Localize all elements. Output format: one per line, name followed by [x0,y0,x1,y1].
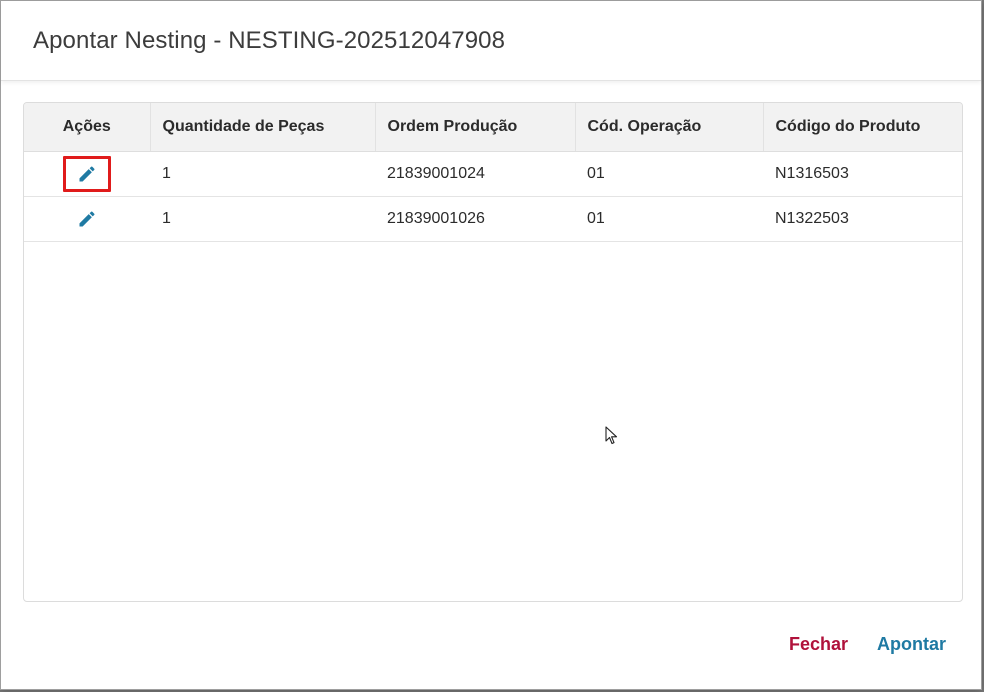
table-row[interactable]: 1 21839001026 01 N1322503 [24,196,962,241]
cell-quantidade: 1 [162,209,171,227]
nesting-table-card: Ações Quantidade de Peças Ordem Produção… [23,102,963,602]
dialog-footer: Fechar Apontar [1,609,981,689]
cell-operacao: 01 [587,209,605,227]
apontar-nesting-dialog: Apontar Nesting - NESTING-202512047908 A… [0,0,982,690]
edit-row-button[interactable] [63,155,111,192]
column-header-acoes[interactable]: Ações [24,103,151,152]
cell-produto: N1322503 [775,209,849,227]
arrow-cursor-icon [605,426,618,445]
dialog-title: Apontar Nesting - NESTING-202512047908 [33,27,506,54]
cell-produto: N1316503 [775,164,849,182]
table-header-row: Ações Quantidade de Peças Ordem Produção… [24,103,962,152]
column-header-quantidade[interactable]: Quantidade de Peças [150,103,376,152]
dialog-header: Apontar Nesting - NESTING-202512047908 [1,1,981,81]
pencil-icon [79,210,95,226]
nesting-table: Ações Quantidade de Peças Ordem Produção… [24,103,962,242]
column-header-operacao[interactable]: Cód. Operação [575,103,764,152]
cell-ordem: 21839001026 [387,209,485,227]
column-header-produto[interactable]: Código do Produto [763,103,962,152]
row-actions-cell [24,196,150,241]
table-row[interactable]: 1 21839001024 01 N1316503 [24,151,962,196]
cell-operacao: 01 [587,164,605,182]
pencil-icon [79,165,95,181]
close-button[interactable]: Fechar [789,634,848,655]
edit-row-button[interactable] [63,201,111,237]
apontar-button[interactable]: Apontar [877,634,946,655]
row-actions-cell [24,151,150,196]
cell-quantidade: 1 [162,164,171,182]
cell-ordem: 21839001024 [387,164,485,182]
column-header-ordem[interactable]: Ordem Produção [375,103,576,152]
